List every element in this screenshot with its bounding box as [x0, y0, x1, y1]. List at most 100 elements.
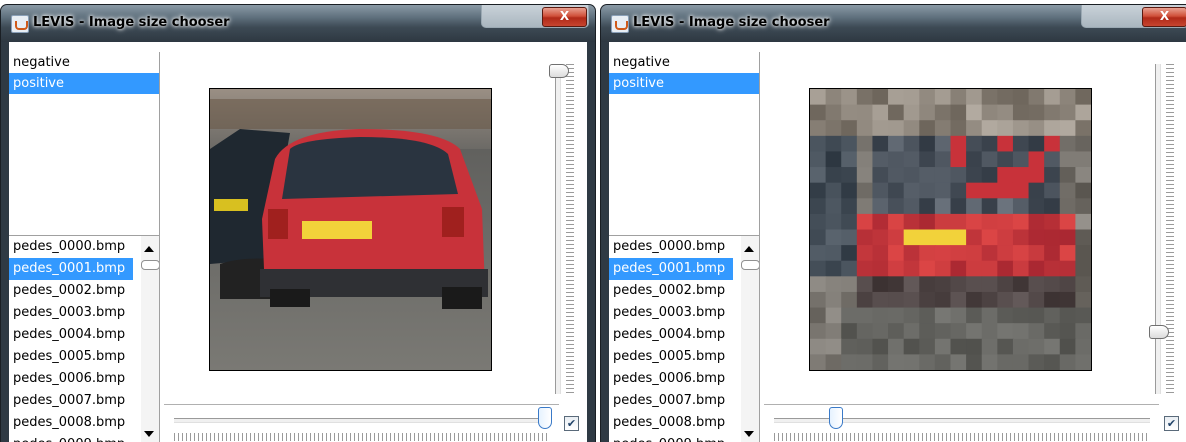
file-item[interactable]: pedes_0008.bmp	[609, 412, 733, 434]
image-pixel-block	[903, 229, 920, 246]
horizontal-size-slider[interactable]	[164, 404, 559, 442]
vertical-slider-knob[interactable]	[1149, 324, 1169, 339]
lock-aspect-checkbox[interactable]: ✔	[1164, 416, 1179, 431]
window-title: LEVIS - Image size chooser	[633, 15, 830, 30]
image-pixel-block	[966, 151, 983, 168]
image-pixel-block	[966, 338, 983, 355]
image-pixel-block	[1012, 245, 1030, 262]
image-pixel-block	[981, 338, 998, 355]
image-pixel-block	[888, 338, 905, 355]
image-pixel-block	[966, 260, 983, 277]
file-item[interactable]: pedes_0004.bmp	[609, 324, 733, 346]
image-pixel-block	[810, 89, 827, 106]
image-pixel-block	[1059, 307, 1076, 324]
scrollbar-thumb[interactable]	[141, 260, 159, 270]
horizontal-size-slider[interactable]	[764, 404, 1159, 442]
file-item[interactable]: pedes_0003.bmp	[609, 302, 733, 324]
label-list[interactable]: negative positive	[9, 52, 160, 238]
image-pixel-block	[1075, 276, 1091, 293]
image-pixel-block	[966, 323, 983, 340]
file-item[interactable]: pedes_0007.bmp	[9, 390, 133, 412]
vertical-slider-track[interactable]	[1155, 64, 1161, 394]
image-pixel-block	[1044, 135, 1061, 153]
scroll-up-arrow-icon[interactable]	[744, 246, 754, 252]
horizontal-slider-track[interactable]	[174, 418, 550, 423]
image-pixel-block	[966, 135, 983, 153]
file-list-scrollbar[interactable]	[141, 236, 159, 442]
image-pixel-block	[1075, 338, 1091, 355]
file-item[interactable]: pedes_0006.bmp	[609, 368, 733, 390]
image-pixel-block	[997, 167, 1014, 184]
image-pixel-block	[872, 167, 889, 184]
file-item[interactable]: pedes_0000.bmp	[9, 236, 133, 258]
file-item-selected[interactable]: pedes_0001.bmp	[609, 258, 733, 280]
lock-aspect-checkbox[interactable]: ✔	[564, 416, 579, 431]
file-item[interactable]: pedes_0005.bmp	[9, 346, 133, 368]
image-pixel-block	[966, 198, 983, 215]
vertical-size-slider[interactable]	[1149, 56, 1183, 396]
horizontal-slider-knob[interactable]	[828, 407, 843, 429]
image-pixel-block	[1028, 338, 1045, 355]
file-item[interactable]: pedes_0000.bmp	[609, 236, 733, 258]
image-pixel-block	[1075, 229, 1091, 246]
image-pixel-block	[934, 151, 952, 168]
file-item[interactable]: pedes_0007.bmp	[609, 390, 733, 412]
image-pixel-block	[1044, 213, 1061, 231]
label-item-positive[interactable]: positive	[9, 73, 159, 94]
image-pixel-block	[872, 323, 889, 340]
image-pixel-block	[934, 276, 952, 293]
image-pixel-block	[934, 135, 952, 153]
file-list-scrollbar[interactable]	[741, 236, 759, 442]
file-item[interactable]: pedes_0004.bmp	[9, 324, 133, 346]
scrollbar-thumb[interactable]	[741, 260, 759, 270]
image-pixel-block	[1044, 198, 1061, 215]
image-pixel-block	[856, 291, 874, 309]
file-item[interactable]: pedes_0008.bmp	[9, 412, 133, 434]
close-button[interactable]: X	[542, 7, 587, 27]
scroll-up-arrow-icon[interactable]	[144, 246, 154, 252]
label-item-negative[interactable]: negative	[9, 52, 159, 73]
image-pixel-block	[997, 338, 1014, 355]
file-item[interactable]: pedes_0002.bmp	[609, 280, 733, 302]
file-list[interactable]: pedes_0000.bmp pedes_0001.bmp pedes_0002…	[9, 235, 160, 442]
vertical-slider-knob[interactable]	[549, 64, 569, 78]
scroll-down-arrow-icon[interactable]	[144, 431, 154, 437]
image-pixel-block	[903, 213, 920, 231]
title-bar[interactable]: LEVIS - Image size chooser X	[601, 5, 1186, 42]
vertical-size-slider[interactable]	[549, 56, 583, 396]
title-bar[interactable]: LEVIS - Image size chooser X	[1, 5, 595, 42]
horizontal-slider-knob[interactable]	[538, 407, 552, 429]
file-item[interactable]: pedes_0006.bmp	[9, 368, 133, 390]
scroll-down-arrow-icon[interactable]	[744, 431, 754, 437]
image-pixel-block	[1059, 213, 1076, 231]
label-item-positive[interactable]: positive	[609, 73, 759, 94]
image-pixel-block	[950, 323, 967, 340]
close-button[interactable]: X	[1142, 7, 1186, 27]
image-pixel-block	[950, 354, 967, 370]
label-list[interactable]: negative positive	[609, 52, 760, 238]
file-list[interactable]: pedes_0000.bmp pedes_0001.bmp pedes_0002…	[609, 235, 760, 442]
image-pixel-block	[872, 151, 889, 168]
image-pixel-block	[888, 167, 905, 184]
label-item-negative[interactable]: negative	[609, 52, 759, 73]
image-pixel-block	[966, 276, 983, 293]
image-pixel-block	[810, 167, 827, 184]
vertical-slider-ticks	[1166, 64, 1174, 394]
file-item[interactable]: pedes_0005.bmp	[609, 346, 733, 368]
image-pixel-block	[997, 245, 1014, 262]
image-pixel-block	[856, 104, 874, 121]
file-item[interactable]: pedes_0002.bmp	[9, 280, 133, 302]
file-item-selected[interactable]: pedes_0001.bmp	[9, 258, 133, 280]
image-pixel-block	[1075, 104, 1091, 121]
image-pixel-block	[1075, 135, 1091, 153]
image-pixel-block	[1075, 323, 1091, 340]
image-pixel-block	[903, 151, 920, 168]
vertical-slider-track[interactable]	[555, 64, 561, 394]
image-pixel-block	[950, 198, 967, 215]
image-pixel-block	[1044, 120, 1061, 137]
image-pixel-block	[841, 213, 858, 231]
image-pixel-block	[919, 213, 936, 231]
file-item[interactable]: pedes_0003.bmp	[9, 302, 133, 324]
image-pixel-block	[1012, 323, 1030, 340]
image-pixel-block	[966, 120, 983, 137]
